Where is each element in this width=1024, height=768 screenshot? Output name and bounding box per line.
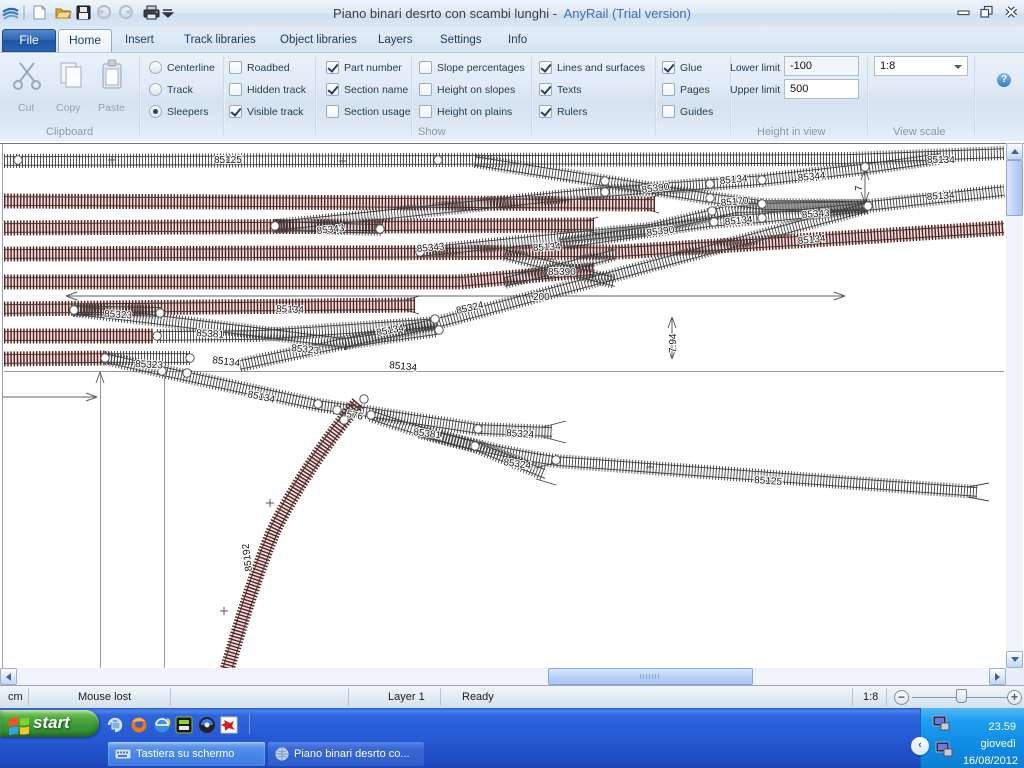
svg-text:85381: 85381 (413, 427, 442, 441)
svg-text:85134: 85134 (246, 389, 276, 406)
svg-text:85390: 85390 (548, 267, 576, 278)
svg-text:85134: 85134 (212, 355, 241, 369)
svg-text:85343: 85343 (801, 208, 830, 221)
svg-text:85125: 85125 (214, 155, 242, 166)
svg-text:85390: 85390 (641, 182, 670, 196)
svg-text:7: 7 (854, 185, 865, 191)
svg-text:85134: 85134 (927, 155, 955, 166)
svg-text:85134: 85134 (926, 190, 955, 203)
svg-text:85125: 85125 (754, 475, 783, 488)
svg-text:85323: 85323 (135, 359, 164, 371)
svg-text:85381: 85381 (196, 328, 225, 341)
svg-text:85134: 85134 (719, 174, 748, 187)
svg-text:85324: 85324 (506, 428, 535, 441)
svg-text:85323: 85323 (104, 309, 133, 321)
svg-text:85324: 85324 (455, 300, 485, 317)
svg-text:200: 200 (533, 292, 550, 303)
svg-text:85344: 85344 (797, 171, 826, 184)
svg-text:85134: 85134 (533, 242, 562, 254)
svg-text:7.94: 7.94 (668, 333, 679, 353)
svg-text:85192: 85192 (241, 543, 255, 572)
svg-text:85343: 85343 (316, 223, 345, 237)
svg-text:85134: 85134 (724, 215, 753, 228)
svg-text:85390: 85390 (646, 225, 675, 239)
svg-text:85134: 85134 (276, 304, 305, 316)
svg-text:85323: 85323 (291, 343, 320, 357)
